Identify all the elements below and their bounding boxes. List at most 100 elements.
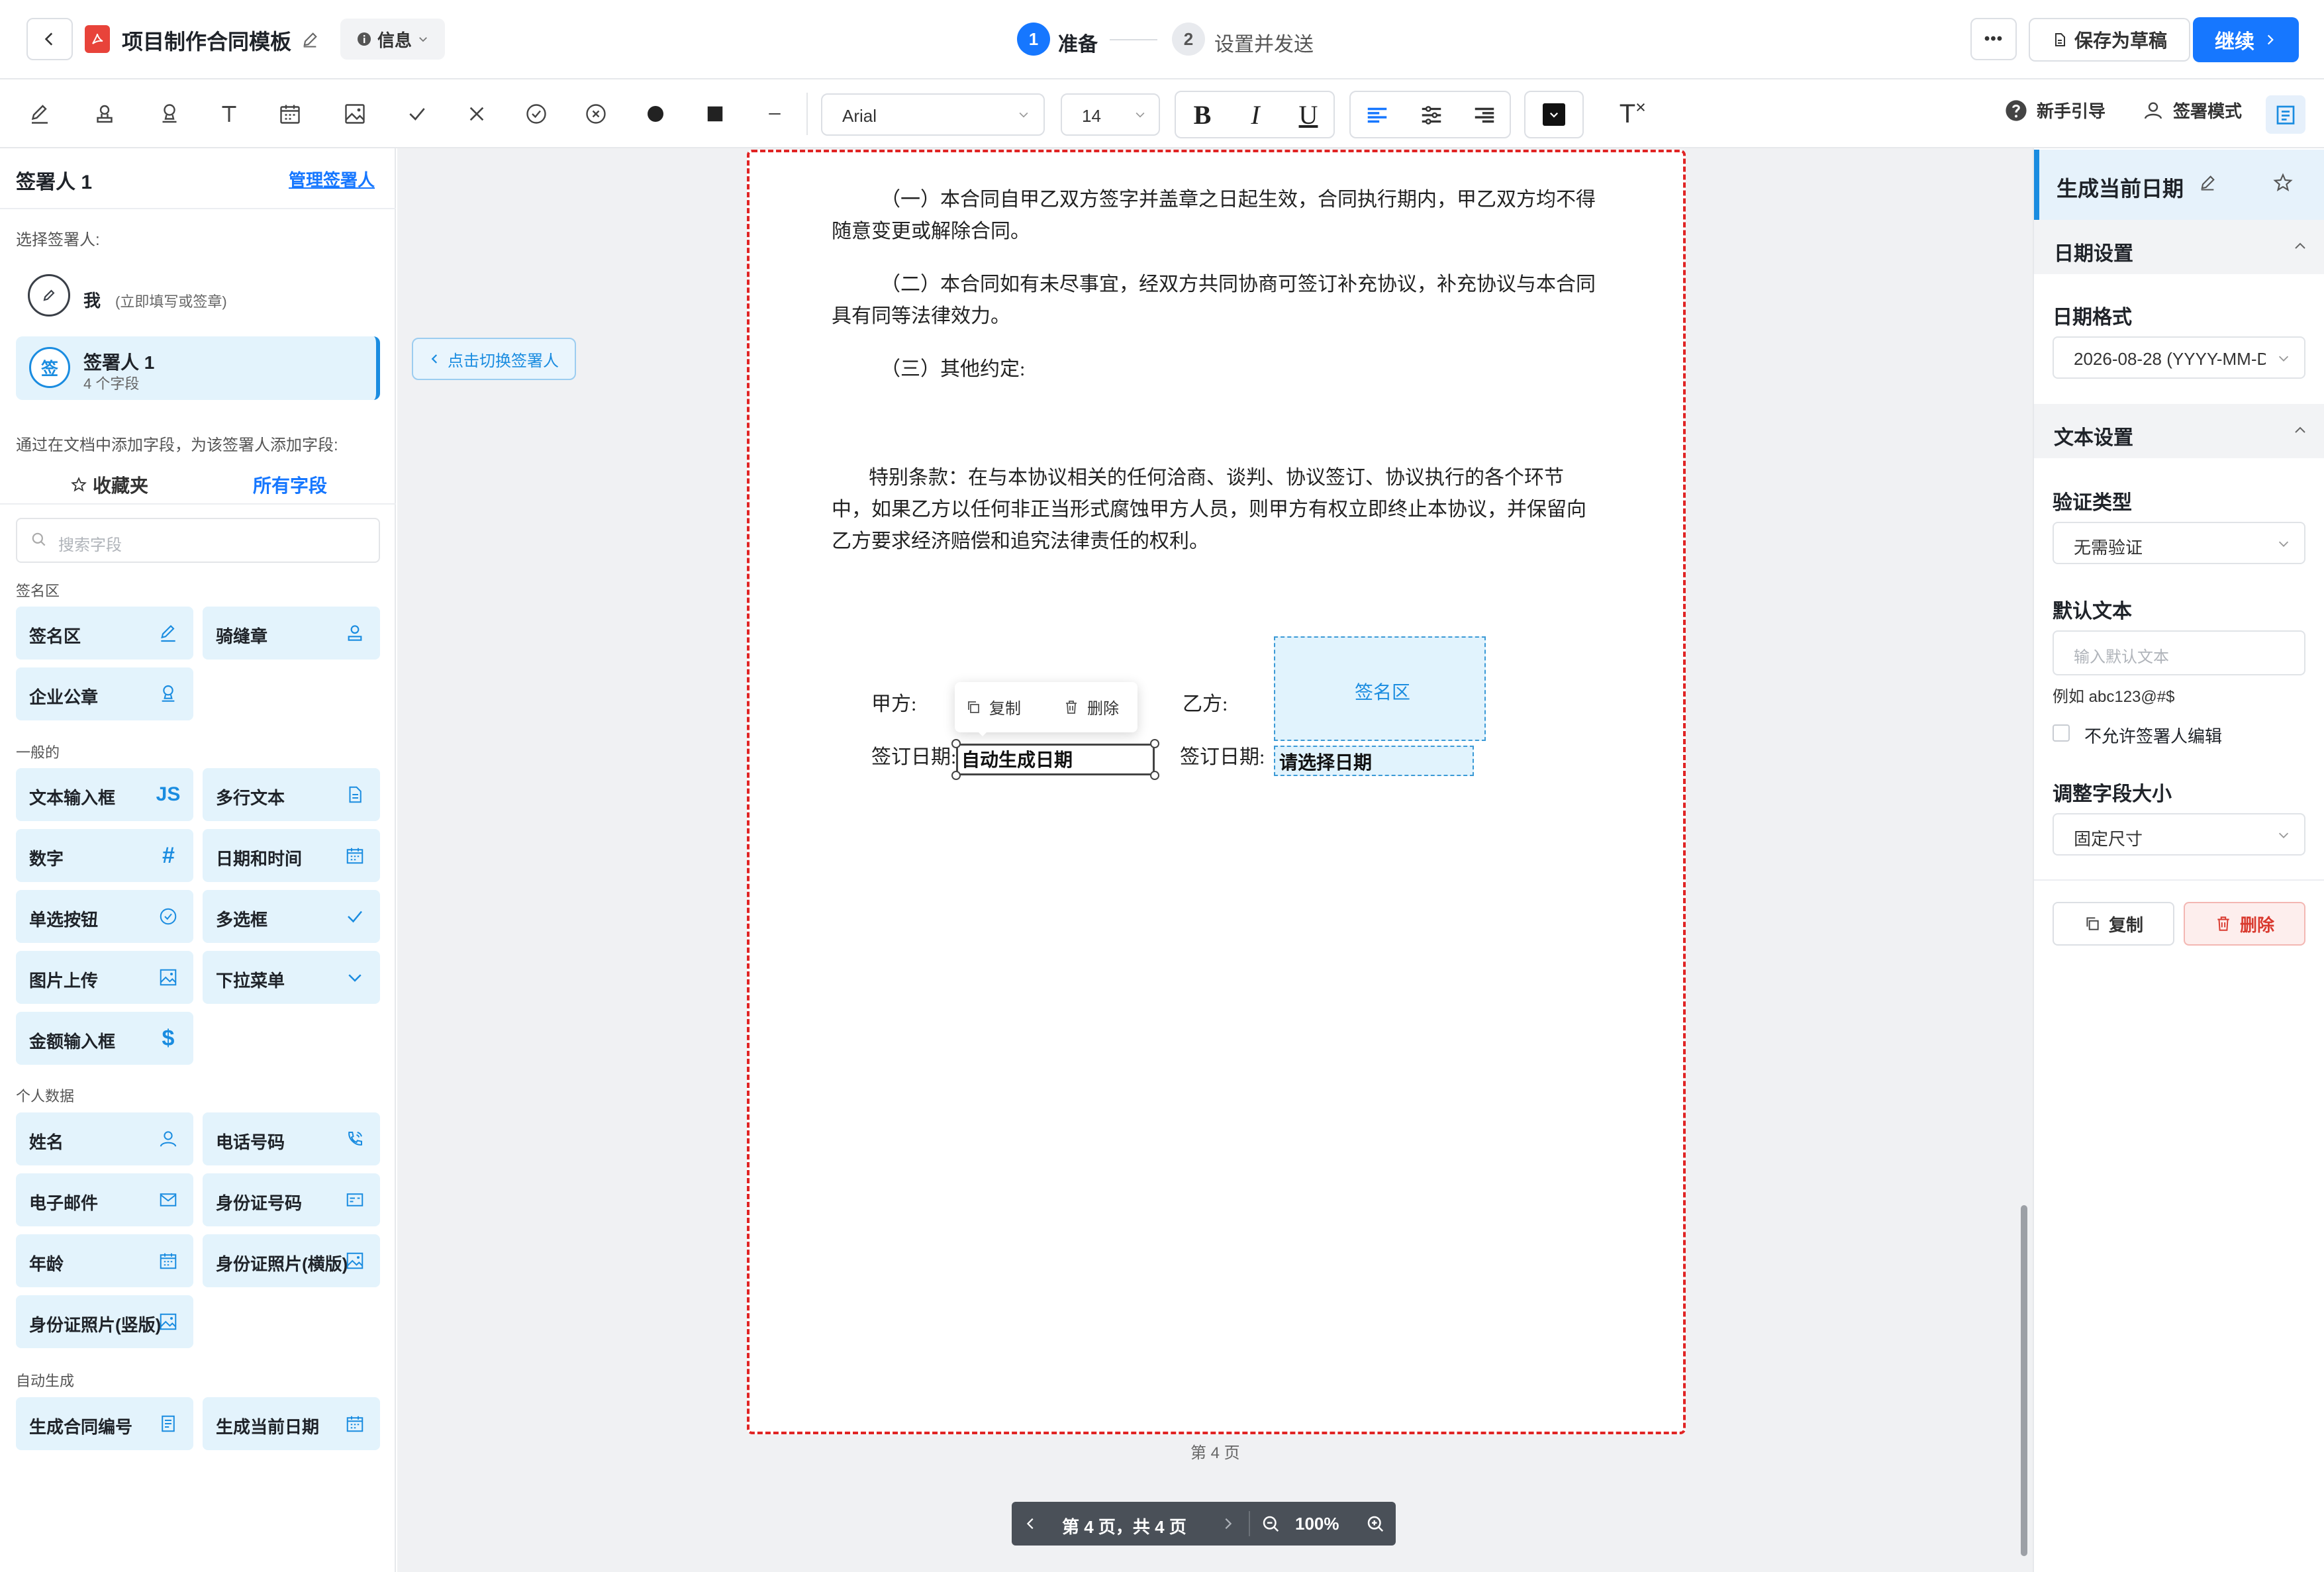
chevron-down-icon <box>340 963 369 992</box>
field-number[interactable]: 数字 # <box>16 829 193 882</box>
field-date-time[interactable]: 日期和时间 <box>203 829 380 882</box>
date-tool-icon[interactable] <box>270 94 310 134</box>
align-right-icon[interactable] <box>1465 97 1504 133</box>
prev-page-icon[interactable] <box>1016 1508 1046 1539</box>
more-dots-icon: ••• <box>1984 30 2004 48</box>
no-edit-checkbox[interactable] <box>2053 724 2070 742</box>
signer-option-1[interactable] <box>16 336 380 400</box>
field-id-photo-landscape[interactable]: 身份证照片(横版) <box>203 1234 380 1287</box>
favorite-star-icon[interactable] <box>2270 170 2296 196</box>
field-dropdown[interactable]: 下拉菜单 <box>203 951 380 1004</box>
info-icon <box>357 32 371 46</box>
field-image-upload[interactable]: 图片上传 <box>16 951 193 1004</box>
popup-delete-button[interactable]: 删除 <box>1063 695 1119 718</box>
page-navigator: 第 4 页，共 4 页 100% <box>1012 1502 1396 1546</box>
field-multiline-text[interactable]: 多行文本 <box>203 768 380 821</box>
edit-name-icon[interactable] <box>2196 171 2219 195</box>
page-number-label: 第 4 页 <box>1190 1444 1240 1462</box>
italic-button[interactable]: I <box>1237 97 1274 132</box>
image-tool-icon[interactable] <box>335 94 375 134</box>
dot-tool-icon[interactable] <box>636 94 675 134</box>
field-radio[interactable]: 单选按钮 <box>16 890 193 943</box>
resize-handle[interactable] <box>951 739 961 748</box>
document-text-icon <box>154 1409 183 1438</box>
font-family-select[interactable]: Arial <box>821 93 1045 136</box>
resize-select[interactable]: 固定尺寸 <box>2053 813 2305 856</box>
align-center-icon[interactable] <box>1412 97 1451 133</box>
clause-2: （二）本合同如有未尽事宜，经双方共同协商可签订补充协议，补充协议与本合同具有同等… <box>832 273 1596 327</box>
popup-copy-button[interactable]: 复制 <box>965 695 1021 718</box>
field-current-date[interactable]: 生成当前日期 <box>203 1397 380 1450</box>
cross-tool-icon[interactable] <box>457 94 497 134</box>
cross-circle-tool-icon[interactable] <box>576 94 616 134</box>
back-button[interactable] <box>26 18 73 60</box>
tab-all-fields[interactable]: 所有字段 <box>253 471 327 498</box>
more-options-button[interactable]: ••• <box>1970 18 2017 60</box>
field-id-number[interactable]: 身份证号码 <box>203 1173 380 1226</box>
field-seam-seal[interactable]: 骑缝章 <box>203 607 380 660</box>
zoom-out-icon[interactable] <box>1255 1508 1286 1539</box>
switch-signer-hint[interactable]: 点击切换签署人 <box>412 338 576 380</box>
bold-button[interactable]: B <box>1184 97 1221 132</box>
field-name[interactable]: 姓名 <box>16 1112 193 1165</box>
check-tool-icon[interactable] <box>397 94 437 134</box>
signature-tool-icon[interactable] <box>20 94 60 134</box>
field-amount-input[interactable]: 金额输入框 $ <box>16 1012 193 1065</box>
field-label: 多选框 <box>216 910 268 930</box>
field-email[interactable]: 电子邮件 <box>16 1173 193 1226</box>
popup-arrow <box>975 728 991 736</box>
resize-handle[interactable] <box>951 771 961 780</box>
text-settings-section[interactable]: 文本设置 <box>2034 404 2324 458</box>
check-circle-tool-icon[interactable] <box>516 94 556 134</box>
seal-tool-icon[interactable] <box>85 94 124 134</box>
clear-format-button[interactable]: T <box>1613 94 1653 134</box>
continue-label: 继续 <box>2215 31 2254 53</box>
section-signature-label: 签名区 <box>16 583 60 599</box>
info-button[interactable]: 信息 <box>340 19 445 60</box>
line-tool-icon[interactable] <box>755 94 795 134</box>
validation-select[interactable]: 无需验证 <box>2053 522 2305 564</box>
search-icon <box>32 532 46 546</box>
sign-mode-button[interactable]: 签署模式 <box>2143 98 2242 123</box>
text-color-button[interactable] <box>1524 91 1584 138</box>
font-size-select[interactable]: 14 <box>1061 93 1160 136</box>
resize-label: 调整字段大小 <box>2053 783 2172 805</box>
manage-signers-link[interactable]: 管理签署人 <box>289 167 375 191</box>
validation-value: 无需验证 <box>2074 538 2143 558</box>
resize-handle[interactable] <box>1150 771 1159 780</box>
date-settings-section[interactable]: 日期设置 <box>2034 220 2324 274</box>
resize-value: 固定尺寸 <box>2074 829 2143 849</box>
date-format-select[interactable]: 2026-08-28 (YYYY-MM-DD) <box>2053 336 2305 379</box>
edit-title-icon[interactable] <box>298 28 322 52</box>
guide-button[interactable]: 新手引导 <box>2005 98 2106 123</box>
no-edit-label: 不允许签署人编辑 <box>2084 726 2223 746</box>
underline-button[interactable]: U <box>1290 97 1327 132</box>
properties-panel-toggle[interactable] <box>2266 95 2305 134</box>
field-label: 身份证照片(横版) <box>216 1254 348 1274</box>
field-phone[interactable]: 电话号码 <box>203 1112 380 1165</box>
canvas-scrollbar[interactable] <box>2021 1205 2027 1556</box>
text-tool-icon[interactable] <box>209 94 249 134</box>
square-tool-icon[interactable] <box>695 94 735 134</box>
field-contract-number[interactable]: 生成合同编号 <box>16 1397 193 1450</box>
field-id-photo-portrait[interactable]: 身份证照片(竖版) <box>16 1295 193 1348</box>
stamp-tool-icon[interactable] <box>150 94 189 134</box>
field-age[interactable]: 年龄 <box>16 1234 193 1287</box>
tab-favorites[interactable]: 收藏夹 <box>70 471 148 498</box>
copy-field-button[interactable]: 复制 <box>2053 902 2174 946</box>
field-signature-area[interactable]: 签名区 <box>16 607 193 660</box>
field-label: 电子邮件 <box>29 1193 99 1213</box>
zoom-in-icon[interactable] <box>1360 1508 1390 1539</box>
align-left-icon[interactable] <box>1357 97 1397 133</box>
info-label: 信息 <box>377 30 412 50</box>
field-text-input[interactable]: 文本输入框 JS <box>16 768 193 821</box>
step-2-label[interactable]: 设置并发送 <box>1214 28 1314 57</box>
continue-button[interactable]: 继续 <box>2193 17 2299 62</box>
step-2-indicator: 2 <box>1172 23 1205 56</box>
field-checkbox[interactable]: 多选框 <box>203 890 380 943</box>
field-company-seal[interactable]: 企业公章 <box>16 667 193 720</box>
delete-field-button[interactable]: 删除 <box>2184 902 2305 946</box>
resize-handle[interactable] <box>1150 739 1159 748</box>
save-draft-button[interactable]: 保存为草稿 <box>2029 18 2190 62</box>
next-page-icon[interactable] <box>1213 1508 1243 1539</box>
